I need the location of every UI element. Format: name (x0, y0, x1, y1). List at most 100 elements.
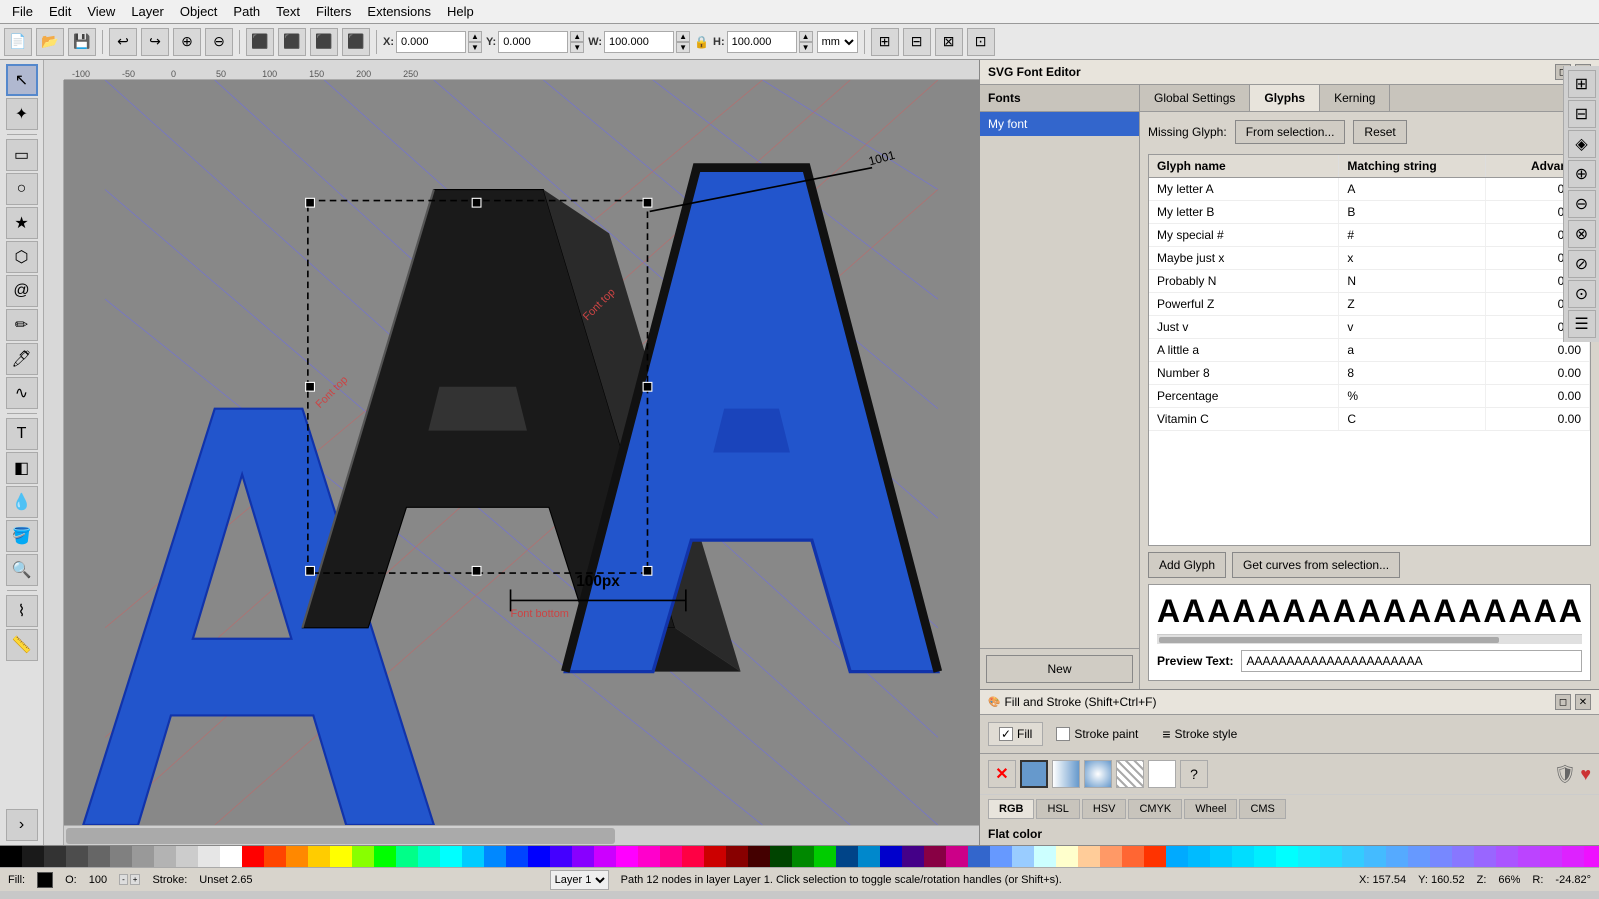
align-top-button[interactable]: ⬛ (342, 28, 370, 56)
palette-color-cell[interactable] (1540, 846, 1562, 867)
palette-color-cell[interactable] (968, 846, 990, 867)
palette-color-cell[interactable] (748, 846, 770, 867)
spiral-tool[interactable]: @ (6, 275, 38, 307)
table-row[interactable]: A little a a 0.00 (1149, 339, 1590, 362)
no-paint-button[interactable]: ✕ (988, 760, 1016, 788)
get-curves-button[interactable]: Get curves from selection... (1232, 552, 1400, 578)
palette-color-cell[interactable] (1056, 846, 1078, 867)
fill-stroke-minimize[interactable]: ◻ (1555, 694, 1571, 710)
palette-color-cell[interactable] (418, 846, 440, 867)
menu-extensions[interactable]: Extensions (359, 2, 439, 21)
redo-button[interactable]: ↪ (141, 28, 169, 56)
palette-color-cell[interactable] (198, 846, 220, 867)
palette-color-cell[interactable] (88, 846, 110, 867)
palette-color-cell[interactable] (484, 846, 506, 867)
table-row[interactable]: Vitamin C C 0.00 (1149, 408, 1590, 431)
ellipse-tool[interactable]: ○ (6, 173, 38, 205)
palette-color-cell[interactable] (440, 846, 462, 867)
palette-color-cell[interactable] (1188, 846, 1210, 867)
palette-color-cell[interactable] (66, 846, 88, 867)
canvas-content[interactable]: 1001 100px Font top Font bottom Font top (64, 80, 979, 825)
opacity-increase[interactable]: + (130, 874, 141, 885)
fill-tab[interactable]: ✓ Fill (988, 722, 1043, 746)
palette-color-cell[interactable] (836, 846, 858, 867)
horizontal-scrollbar[interactable] (64, 825, 979, 845)
right-tool-7[interactable]: ⊘ (1568, 250, 1596, 278)
calligraphy-tool[interactable]: ∿ (6, 377, 38, 409)
palette-color-cell[interactable] (990, 846, 1012, 867)
layer-select[interactable]: Layer 1 (550, 870, 609, 890)
new-file-button[interactable]: 📄 (4, 28, 32, 56)
right-tool-5[interactable]: ⊖ (1568, 190, 1596, 218)
palette-color-cell[interactable] (1166, 846, 1188, 867)
palette-color-cell[interactable] (528, 846, 550, 867)
select-tool[interactable]: ↖ (6, 64, 38, 96)
palette-color-cell[interactable] (638, 846, 660, 867)
palette-color-cell[interactable] (1364, 846, 1386, 867)
palette-color-cell[interactable] (726, 846, 748, 867)
measure-tool[interactable]: 📏 (6, 629, 38, 661)
undo-button[interactable]: ↩ (109, 28, 137, 56)
snap-btn-1[interactable]: ⊞ (871, 28, 899, 56)
right-tool-3[interactable]: ◈ (1568, 130, 1596, 158)
table-row[interactable]: Just v v 0.00 (1149, 316, 1590, 339)
align-center-button[interactable]: ⬛ (278, 28, 306, 56)
palette-color-cell[interactable] (1078, 846, 1100, 867)
text-tool[interactable]: T (6, 418, 38, 450)
dropper-tool[interactable]: 💧 (6, 486, 38, 518)
palette-color-cell[interactable] (1298, 846, 1320, 867)
palette-color-cell[interactable] (1562, 846, 1584, 867)
rect-tool[interactable]: ▭ (6, 139, 38, 171)
swatch-button[interactable] (1148, 760, 1176, 788)
palette-color-cell[interactable] (1408, 846, 1430, 867)
palette-color-cell[interactable] (242, 846, 264, 867)
palette-color-cell[interactable] (1474, 846, 1496, 867)
palette-color-cell[interactable] (814, 846, 836, 867)
stroke-paint-checkbox[interactable] (1056, 727, 1070, 741)
palette-color-cell[interactable] (1320, 846, 1342, 867)
menu-help[interactable]: Help (439, 2, 482, 21)
save-file-button[interactable]: 💾 (68, 28, 96, 56)
palette-color-cell[interactable] (352, 846, 374, 867)
palette-color-cell[interactable] (1518, 846, 1540, 867)
snap-btn-2[interactable]: ⊟ (903, 28, 931, 56)
3d-box-tool[interactable]: ⬡ (6, 241, 38, 273)
palette-color-cell[interactable] (1100, 846, 1122, 867)
canvas-svg[interactable]: 1001 100px Font top Font bottom Font top (64, 80, 979, 825)
table-row[interactable]: Probably N N 0.00 (1149, 270, 1590, 293)
table-row[interactable]: Percentage % 0.00 (1149, 385, 1590, 408)
palette-color-cell[interactable] (1430, 846, 1452, 867)
open-file-button[interactable]: 📂 (36, 28, 64, 56)
palette-color-cell[interactable] (132, 846, 154, 867)
unit-select[interactable]: mm px pt (817, 31, 858, 53)
stroke-style-tab[interactable]: ≡ Stroke style (1151, 721, 1248, 747)
flat-color-button[interactable] (1020, 760, 1048, 788)
right-tool-8[interactable]: ⊙ (1568, 280, 1596, 308)
star-tool[interactable]: ★ (6, 207, 38, 239)
connector-tool[interactable]: ⌇ (6, 595, 38, 627)
palette-color-cell[interactable] (374, 846, 396, 867)
x-input[interactable] (396, 31, 466, 53)
palette-color-cell[interactable] (264, 846, 286, 867)
cms-tab[interactable]: CMS (1239, 799, 1285, 819)
opacity-decrease[interactable]: - (119, 874, 128, 885)
new-font-button[interactable]: New (986, 655, 1133, 683)
align-left-button[interactable]: ⬛ (246, 28, 274, 56)
palette-color-cell[interactable] (792, 846, 814, 867)
canvas-area[interactable]: -100 -50 0 50 100 150 200 250 (44, 60, 979, 845)
hsl-tab[interactable]: HSL (1036, 799, 1079, 819)
palette-color-cell[interactable] (220, 846, 242, 867)
palette-color-cell[interactable] (286, 846, 308, 867)
wheel-tab[interactable]: Wheel (1184, 799, 1237, 819)
from-selection-button[interactable]: From selection... (1235, 120, 1346, 144)
palette-color-cell[interactable] (1342, 846, 1364, 867)
glyph-rows[interactable]: My letter A A 0.00 My letter B B 0.00 My… (1149, 178, 1590, 431)
fill-tab-checkbox[interactable]: ✓ (999, 727, 1013, 741)
tab-kerning[interactable]: Kerning (1320, 85, 1390, 111)
pattern-button[interactable] (1116, 760, 1144, 788)
unknown-paint-button[interactable]: ? (1180, 760, 1208, 788)
zoom-out-button[interactable]: ⊖ (205, 28, 233, 56)
palette-color-cell[interactable] (1276, 846, 1298, 867)
table-row[interactable]: My special # # 0.00 (1149, 224, 1590, 247)
palette-color-cell[interactable] (1254, 846, 1276, 867)
